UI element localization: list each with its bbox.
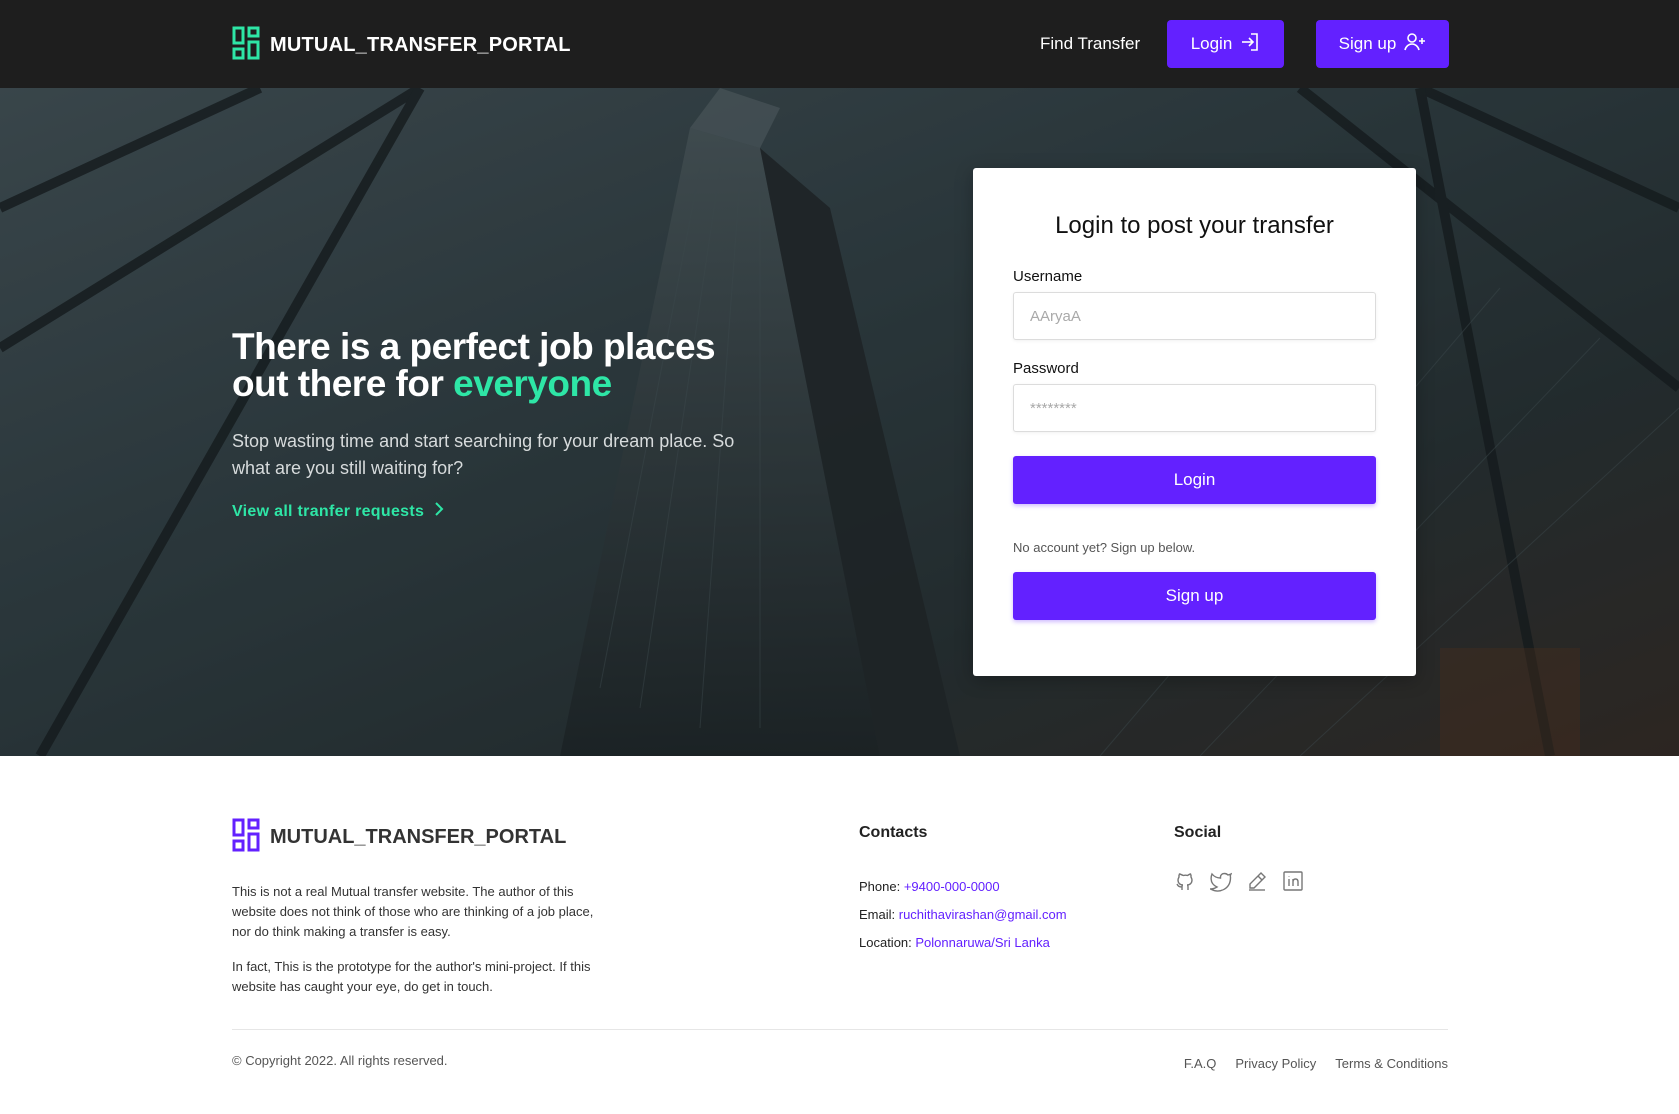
password-input[interactable] <box>1013 384 1376 432</box>
contacts-list: Phone: +9400-000-0000 Email: ruchithavir… <box>859 873 1067 957</box>
brand-logo-link[interactable]: MUTUAL_TRANSFER_PORTAL <box>232 26 571 65</box>
email-link[interactable]: ruchithavirashan@gmail.com <box>899 907 1067 922</box>
hero-title-line1: There is a perfect job places <box>232 326 716 367</box>
footer-divider <box>232 1029 1448 1030</box>
hero-title-line2: out there for everyone <box>232 365 752 402</box>
copyright-text: © Copyright 2022. All rights reserved. <box>232 1053 448 1068</box>
add-user-icon <box>1404 32 1426 57</box>
github-icon[interactable] <box>1174 870 1196 892</box>
view-transfer-requests-link[interactable]: View all tranfer requests <box>232 502 444 521</box>
view-transfer-requests-label: View all tranfer requests <box>232 502 425 520</box>
login-card: Login to post your transfer Username Pas… <box>973 168 1416 676</box>
nav-find-transfer[interactable]: Find Transfer <box>1040 34 1140 54</box>
terms-conditions-link[interactable]: Terms & Conditions <box>1335 1056 1448 1071</box>
twitter-icon[interactable] <box>1210 870 1232 892</box>
faq-link[interactable]: F.A.Q <box>1184 1056 1217 1071</box>
contact-email: Email: ruchithavirashan@gmail.com <box>859 901 1067 929</box>
signup-button[interactable]: Sign up <box>1013 572 1376 620</box>
footer-brand[interactable]: MUTUAL_TRANSFER_PORTAL <box>232 818 566 857</box>
footer-brand-name: MUTUAL_TRANSFER_PORTAL <box>270 826 567 848</box>
email-label: Email: <box>859 907 896 922</box>
brand-name: MUTUAL_TRANSFER_PORTAL <box>270 34 571 56</box>
pencil-icon[interactable] <box>1246 870 1268 892</box>
hero-title-prefix: out there for <box>232 363 454 404</box>
footer-links: F.A.Q Privacy Policy Terms & Conditions <box>1184 1056 1448 1071</box>
login-submit-button[interactable]: Login <box>1013 456 1376 504</box>
linkedin-icon[interactable] <box>1282 870 1304 892</box>
nav-signup-button[interactable]: Sign up <box>1316 20 1449 68</box>
privacy-policy-link[interactable]: Privacy Policy <box>1235 1056 1316 1071</box>
footer-about-paragraph-1: This is not a real Mutual transfer websi… <box>232 884 594 939</box>
nav-login-button[interactable]: Login <box>1167 20 1284 68</box>
hero-subtitle: Stop wasting time and start searching fo… <box>232 431 735 478</box>
location-label: Location: <box>859 935 912 950</box>
social-title: Social <box>1174 824 1222 841</box>
contact-phone: Phone: +9400-000-0000 <box>859 873 1067 901</box>
signup-note: No account yet? Sign up below. <box>1013 540 1196 555</box>
hero-text: There is a perfect job places out there … <box>232 328 752 521</box>
hero-title-accent: everyone <box>453 363 612 404</box>
navbar: MUTUAL_TRANSFER_PORTAL Find Transfer Log… <box>0 0 1679 88</box>
footer-about: This is not a real Mutual transfer websi… <box>232 882 612 997</box>
phone-label: Phone: <box>859 879 901 894</box>
footer-logo-icon <box>232 818 260 857</box>
login-card-title: Login to post your transfer <box>1055 212 1334 239</box>
contact-location: Location: Polonnaruwa/Sri Lanka <box>859 929 1067 957</box>
nav-login-label: Login <box>1190 34 1233 53</box>
location-link[interactable]: Polonnaruwa/Sri Lanka <box>915 935 1049 950</box>
hero-section: There is a perfect job places out there … <box>0 88 1679 756</box>
username-input[interactable] <box>1013 292 1376 340</box>
contacts-title: Contacts <box>859 824 928 841</box>
logo-icon <box>232 26 260 65</box>
footer-about-paragraph-2: In fact, This is the prototype for the a… <box>232 959 591 994</box>
chevron-right-icon <box>434 502 444 521</box>
social-icons <box>1174 870 1304 892</box>
hero-title: There is a perfect job places out there … <box>232 328 752 402</box>
username-label: Username <box>1013 268 1083 285</box>
nav-signup-label: Sign up <box>1338 34 1397 53</box>
password-label: Password <box>1013 360 1079 377</box>
login-icon <box>1240 32 1260 57</box>
phone-link[interactable]: +9400-000-0000 <box>904 879 1000 894</box>
